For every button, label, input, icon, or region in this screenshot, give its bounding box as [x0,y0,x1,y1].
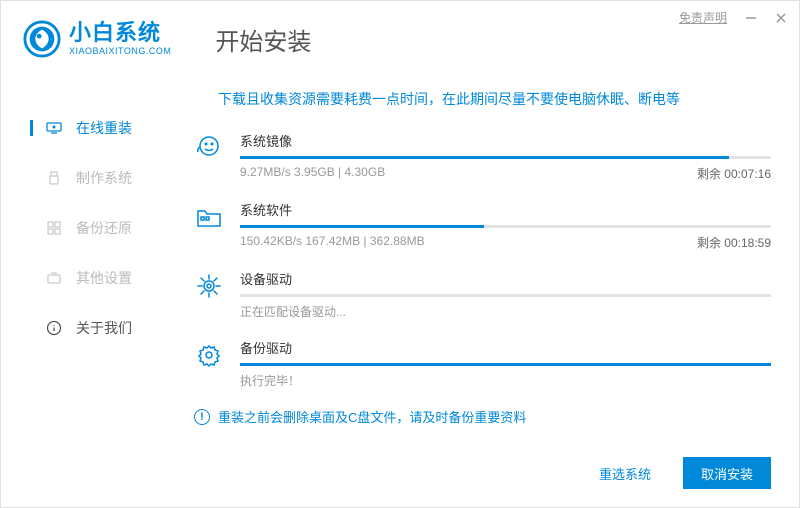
task-remain: 剩余 00:18:59 [697,234,771,251]
sidebar-item-label: 在线重装 [76,118,132,138]
progress-bar [240,225,771,228]
progress-bar [240,294,771,297]
task-remain: 剩余 00:07:16 [697,165,771,182]
sidebar-item-about[interactable]: 关于我们 [1,303,176,353]
task-title: 备份驱动 [240,338,292,357]
sidebar-item-label: 制作系统 [76,168,132,188]
gear-outline-icon [194,340,224,370]
folder-icon [194,202,224,232]
hint-text: 下载且收集资源需要耗费一点时间，在此期间尽量不要使电脑休眠、断电等 [218,89,771,109]
sidebar: 在线重装 制作系统 备份还原 其他设置 关于我们 [1,71,176,507]
disclaimer-link[interactable]: 免责声明 [679,9,727,26]
page-title: 开始安装 [215,22,311,57]
minimize-button[interactable] [745,12,757,24]
task-detail: 9.27MB/s 3.95GB | 4.30GB [240,165,385,182]
reselect-button[interactable]: 重选系统 [581,457,669,489]
sidebar-item-label: 备份还原 [76,218,132,238]
sidebar-item-settings[interactable]: 其他设置 [1,253,176,303]
logo: 小白系统 XIAOBAIXITONG.COM [23,20,171,58]
task-backup-driver: 备份驱动 执行完毕！ [194,338,771,389]
briefcase-icon [46,270,62,286]
image-icon [194,133,224,163]
info-icon [46,320,62,336]
task-list: 系统镜像 9.27MB/s 3.95GB | 4.30GB 剩余 00:07:1… [194,131,771,389]
footer: 重选系统 取消安装 [186,441,771,507]
cancel-install-button[interactable]: 取消安装 [683,457,771,489]
monitor-icon [46,120,62,136]
task-detail: 执行完毕！ [240,372,300,389]
header: 小白系统 XIAOBAIXITONG.COM 开始安装 免责声明 [1,1,799,71]
task-device-driver: 设备驱动 正在匹配设备驱动... [194,269,771,320]
main-content: 下载且收集资源需要耗费一点时间，在此期间尽量不要使电脑休眠、断电等 系统镜像 9… [176,71,799,507]
brand-name: 小白系统 [69,22,171,44]
warning-notice: ! 重装之前会删除桌面及C盘文件，请及时备份重要资料 [194,407,771,426]
task-system-software: 系统软件 150.42KB/s 167.42MB | 362.88MB 剩余 0… [194,200,771,251]
brand-sub: XIAOBAIXITONG.COM [69,46,171,56]
gear-icon [194,271,224,301]
grid-icon [46,220,62,236]
task-title: 设备驱动 [240,269,292,288]
task-detail: 正在匹配设备驱动... [240,303,346,320]
task-title: 系统镜像 [240,131,292,150]
usb-icon [46,170,62,186]
sidebar-item-label: 关于我们 [76,318,132,338]
sidebar-item-create[interactable]: 制作系统 [1,153,176,203]
sidebar-item-label: 其他设置 [76,268,132,288]
progress-bar [240,156,771,159]
task-system-image: 系统镜像 9.27MB/s 3.95GB | 4.30GB 剩余 00:07:1… [194,131,771,182]
progress-bar [240,363,771,366]
warning-text: 重装之前会删除桌面及C盘文件，请及时备份重要资料 [218,407,526,426]
task-title: 系统软件 [240,200,292,219]
sidebar-item-backup[interactable]: 备份还原 [1,203,176,253]
logo-icon [23,20,61,58]
close-button[interactable] [775,12,787,24]
alert-icon: ! [194,409,210,425]
sidebar-item-reinstall[interactable]: 在线重装 [1,103,176,153]
task-detail: 150.42KB/s 167.42MB | 362.88MB [240,234,425,251]
